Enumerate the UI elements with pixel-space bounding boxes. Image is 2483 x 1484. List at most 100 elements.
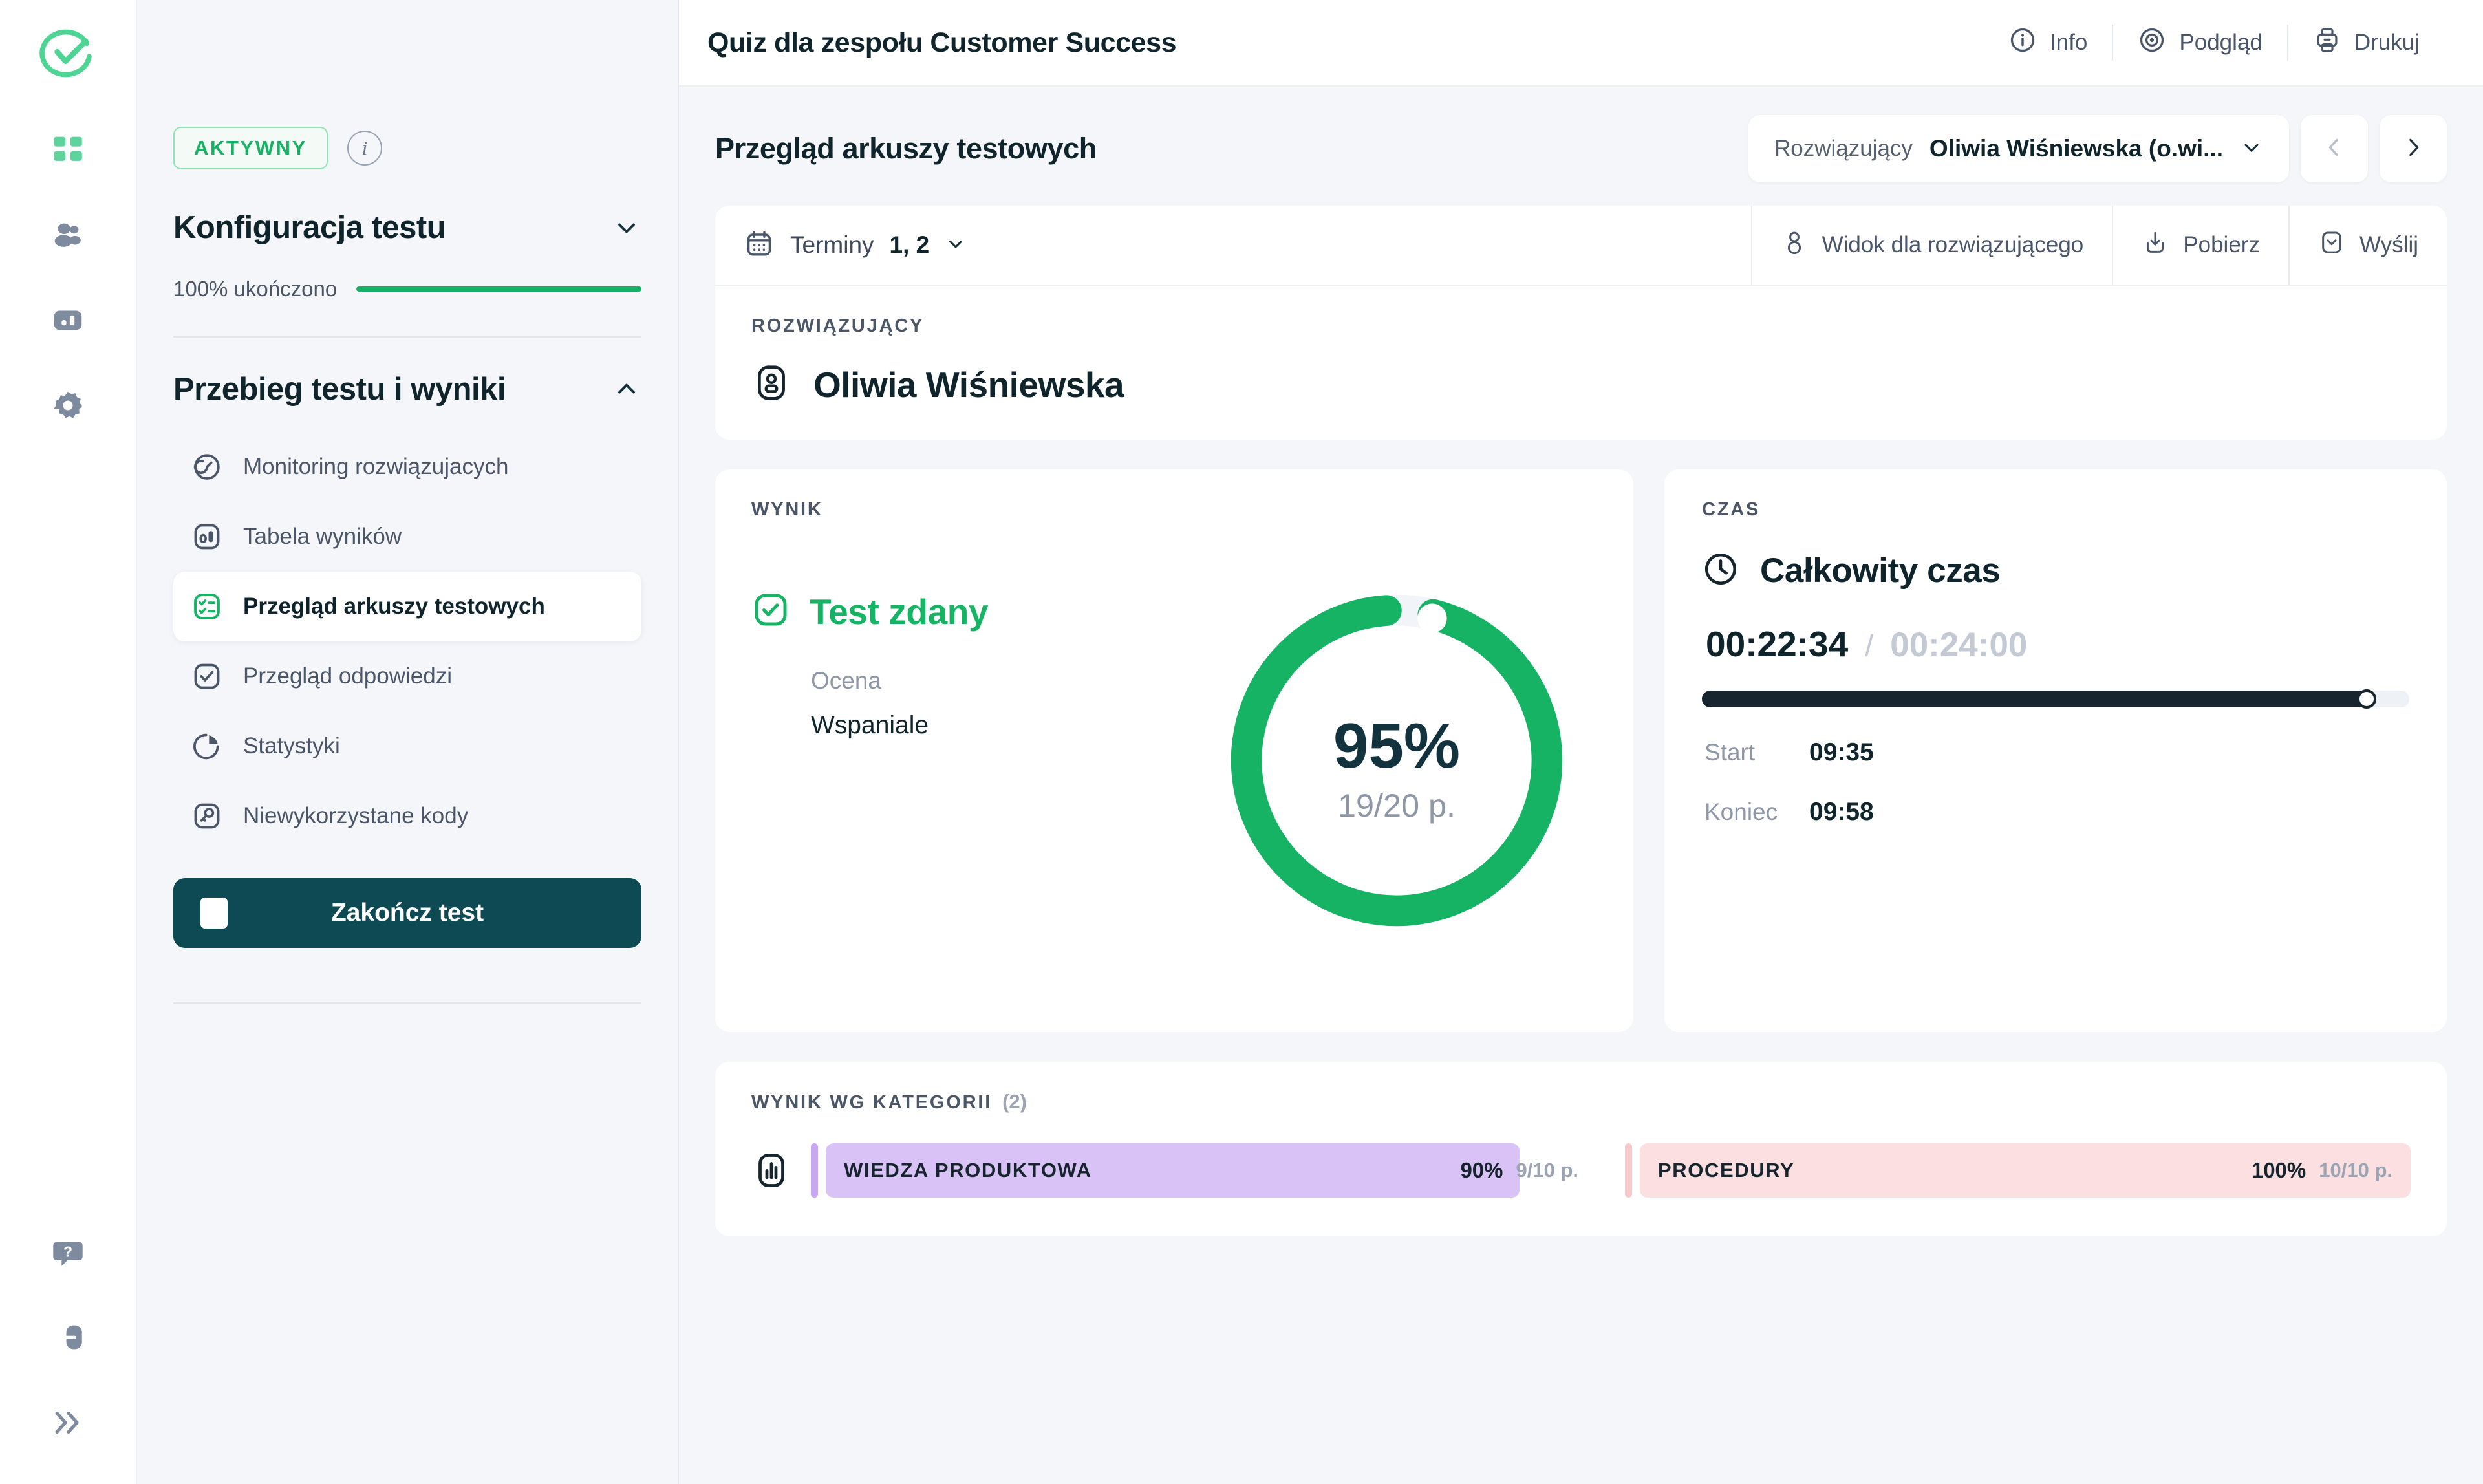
page-title: Quiz dla zespołu Customer Success <box>707 27 1176 59</box>
sidebar-section-results-title: Przebieg testu i wyniki <box>173 371 506 407</box>
sidebar-status-row: AKTYWNY i <box>173 127 641 169</box>
category-labels: PROCEDURY 100% 10/10 p. <box>1640 1143 2411 1198</box>
category-card-kicker: WYNIK WG KATEGORII <box>751 1092 992 1113</box>
category-labels: WIEDZA PRODUKTOWA 90% 9/10 p. <box>826 1143 1596 1198</box>
topbar-actions: Info Podgląd <box>1984 25 2444 61</box>
info-icon[interactable]: i <box>347 131 382 166</box>
topbar: Quiz dla zespołu Customer Success Info <box>679 0 2483 87</box>
solver-select-value: Oliwia Wiśniewska (o.wi... <box>1929 135 2223 162</box>
content-header: Przegląd arkuszy testowych Rozwiązujący … <box>715 115 2447 182</box>
preview-button-label: Podgląd <box>2179 30 2262 56</box>
terms-selector[interactable]: Terminy 1, 2 <box>744 228 967 263</box>
key-icon <box>190 799 224 833</box>
solver-select[interactable]: Rozwiązujący Oliwia Wiśniewska (o.wi... <box>1748 115 2289 182</box>
config-progress: 100% ukończono <box>173 277 641 301</box>
sidebar-item-unused-codes[interactable]: Niewykorzystane kody <box>173 781 641 851</box>
send-label: Wyślij <box>2359 232 2418 258</box>
sidebar-section-config[interactable]: Konfiguracja testu <box>173 210 641 246</box>
sidebar-item-statistics[interactable]: Statystyki <box>173 711 641 781</box>
pie-chart-icon <box>190 729 224 763</box>
print-button[interactable]: Drukuj <box>2288 26 2444 60</box>
terms-value: 1, 2 <box>890 231 930 259</box>
time-card: CZAS Całkowity czas 00:22:34 / <box>1664 469 2447 1032</box>
chevron-up-icon[interactable] <box>612 374 641 404</box>
category-percent: 100% <box>2252 1158 2306 1183</box>
progress-fill <box>356 286 641 292</box>
donut-center-value: 95% <box>1333 710 1460 781</box>
logout-icon[interactable] <box>47 1316 89 1359</box>
summary-row: WYNIK Test zdany <box>715 469 2447 1032</box>
check-circle-logo[interactable] <box>39 25 96 81</box>
end-value: 09:58 <box>1809 798 1874 826</box>
section-title: Przegląd arkuszy testowych <box>715 132 1097 166</box>
start-time-row: Start 09:35 <box>1702 738 2409 767</box>
toolbar-buttons: Widok dla rozwiązującego Pobierz <box>1751 206 2447 285</box>
gear-icon[interactable] <box>47 384 89 427</box>
category-track: WIEDZA PRODUKTOWA 90% 9/10 p. <box>826 1143 1596 1198</box>
finish-test-button[interactable]: Zakończ test <box>173 878 641 948</box>
category-tick <box>1625 1143 1632 1198</box>
time-title: Całkowity czas <box>1760 551 2000 590</box>
print-icon <box>2313 26 2341 60</box>
sheet-toolbar: Terminy 1, 2 <box>715 206 2447 286</box>
grid-icon[interactable] <box>47 128 89 171</box>
expand-icon[interactable] <box>47 1401 89 1444</box>
people-icon[interactable] <box>47 213 89 256</box>
category-item-wiedza[interactable]: WIEDZA PRODUKTOWA 90% 9/10 p. <box>811 1143 1596 1198</box>
help-icon[interactable]: ? <box>47 1231 89 1273</box>
start-label: Start <box>1704 739 1787 766</box>
category-bars: WIEDZA PRODUKTOWA 90% 9/10 p. <box>811 1143 2411 1198</box>
bar-chart-icon <box>751 1150 791 1190</box>
info-icon <box>2008 26 2037 60</box>
solver-name: Oliwia Wiśniewska <box>813 364 1124 405</box>
chevron-down-icon[interactable] <box>612 213 641 242</box>
category-count: (2) <box>1002 1090 1027 1113</box>
time-progress-track <box>1702 691 2409 707</box>
pass-status: Test zdany <box>810 591 988 632</box>
check-square-icon <box>751 590 790 632</box>
pass-status-row: Test zdany <box>751 590 988 632</box>
preview-button[interactable]: Podgląd <box>2113 26 2286 60</box>
solver-navigation: Rozwiązujący Oliwia Wiśniewska (o.wi... <box>1748 115 2447 182</box>
score-donut-chart: 95% 19/20 p. <box>1216 579 1578 941</box>
app-root: ? AKTYWNY i Konfiguracja te <box>0 0 2483 1484</box>
send-icon <box>2318 229 2345 262</box>
result-card-body: Test zdany Ocena Wspaniale 95% 19 <box>751 550 1597 740</box>
time-elapsed: 00:22:34 <box>1706 623 1848 665</box>
finish-test-label: Zakończ test <box>228 899 587 927</box>
prev-solver-button[interactable] <box>2301 115 2368 182</box>
solver-view-label: Widok dla rozwiązującego <box>1822 232 2084 258</box>
sidebar-item-answers[interactable]: Przegląd odpowiedzi <box>173 641 641 711</box>
info-button[interactable]: Info <box>1984 26 2112 60</box>
time-total: 00:24:00 <box>1890 625 2027 665</box>
main-area: Quiz dla zespołu Customer Success Info <box>679 0 2483 1484</box>
start-value: 09:35 <box>1809 738 1874 767</box>
category-points: 10/10 p. <box>2319 1159 2392 1182</box>
time-progress-knob <box>2357 689 2376 709</box>
sidebar-item-results-table[interactable]: Tabela wyników <box>173 502 641 572</box>
send-button[interactable]: Wyślij <box>2290 206 2447 285</box>
time-separator: / <box>1865 628 1873 663</box>
category-name: WIEDZA PRODUKTOWA <box>844 1159 1092 1182</box>
sidebar-item-monitoring[interactable]: Monitoring rozwiązujacych <box>173 432 641 502</box>
chevron-down-icon <box>2240 136 2263 162</box>
check-square-icon <box>190 660 224 693</box>
category-tick <box>811 1143 818 1198</box>
sidebar-section-results[interactable]: Przebieg testu i wyniki <box>173 371 641 407</box>
category-name: PROCEDURY <box>1658 1159 1794 1182</box>
checklist-icon <box>190 590 224 623</box>
terms-label: Terminy <box>790 231 874 259</box>
donut-center-sub: 19/20 p. <box>1338 787 1456 824</box>
download-icon <box>2142 229 2169 262</box>
preview-icon <box>2138 26 2166 60</box>
result-card: WYNIK Test zdany <box>715 469 1633 1032</box>
next-solver-button[interactable] <box>2380 115 2447 182</box>
info-button-label: Info <box>2050 30 2087 56</box>
sidebar-item-test-sheets[interactable]: Przegląd arkuszy testowych <box>173 572 641 641</box>
solver-view-button[interactable]: Widok dla rozwiązującego <box>1752 206 2112 285</box>
solver-select-label: Rozwiązujący <box>1774 136 1913 162</box>
bar-chart-icon[interactable] <box>47 299 89 341</box>
category-item-procedury[interactable]: PROCEDURY 100% 10/10 p. <box>1625 1143 2411 1198</box>
download-button[interactable]: Pobierz <box>2113 206 2288 285</box>
grade-label: Ocena <box>811 667 988 694</box>
